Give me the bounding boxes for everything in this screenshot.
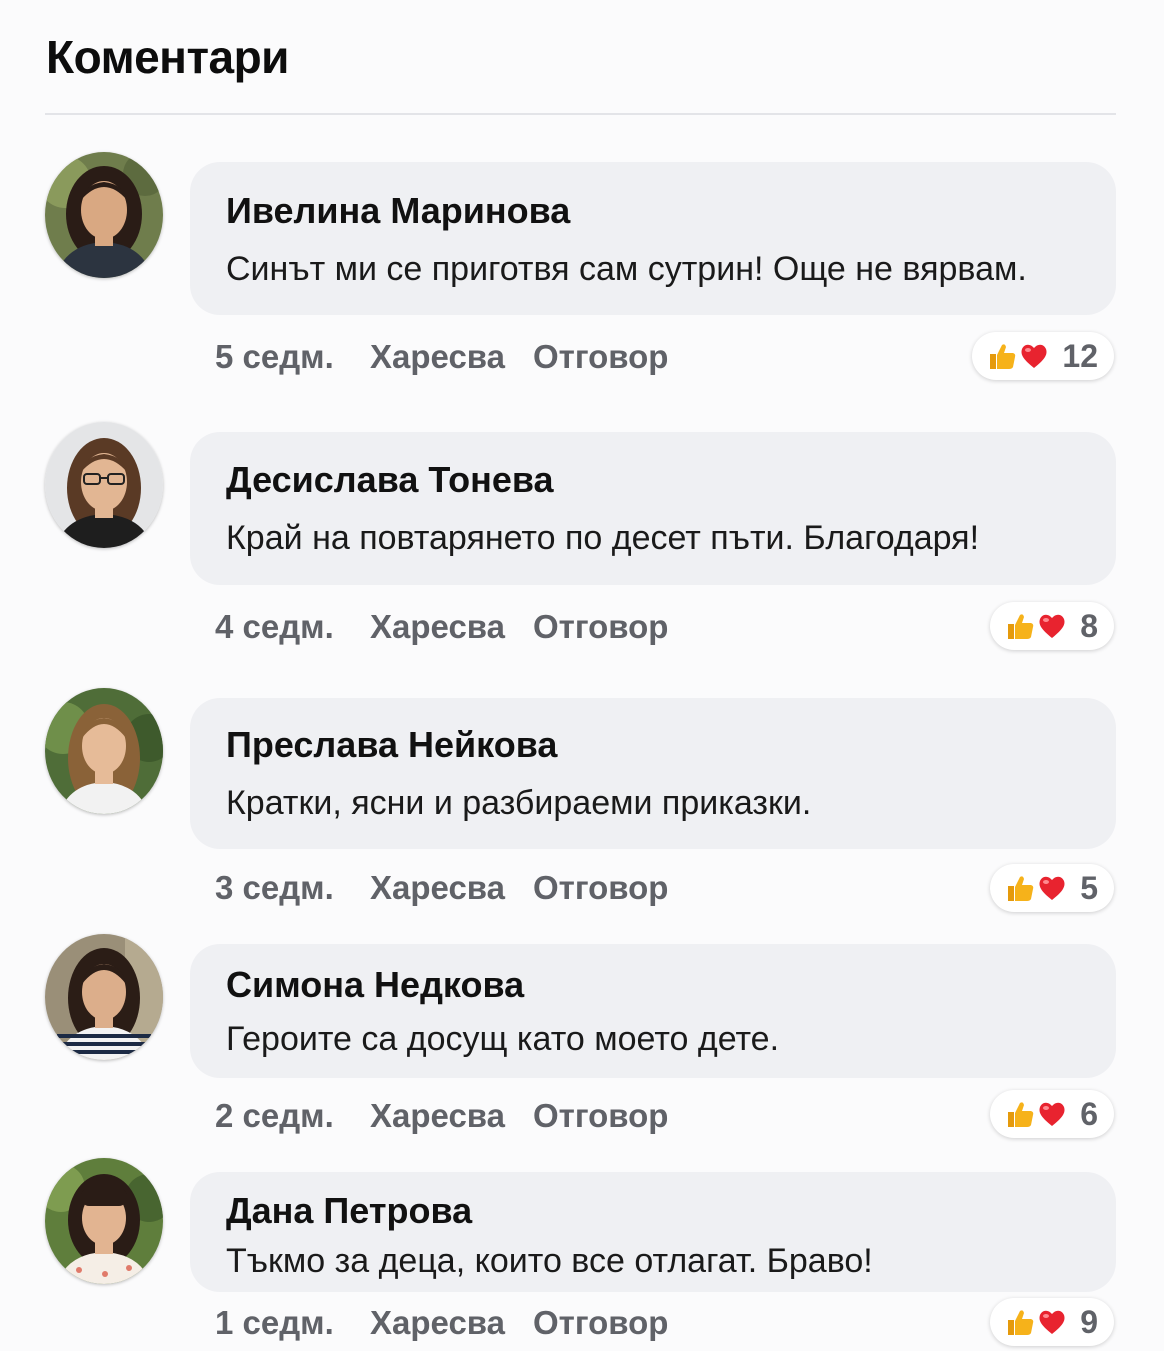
comment-bubble: Дана Петрова Тъкмо за деца, които все от…: [190, 1172, 1116, 1292]
reaction-count: 6: [1080, 1095, 1098, 1132]
comment-bubble: Симона Недкова Героите са досущ като мое…: [190, 944, 1116, 1078]
comment-time[interactable]: 3 седм.: [215, 869, 334, 907]
reply-button[interactable]: Отговор: [533, 869, 668, 907]
avatar-photo: [45, 934, 163, 1060]
comment-time[interactable]: 2 седм.: [215, 1097, 334, 1135]
reactions-summary[interactable]: 6: [990, 1090, 1114, 1138]
heart-icon: [1018, 340, 1050, 372]
comment-author[interactable]: Ивелина Маринова: [226, 190, 570, 232]
like-button[interactable]: Харесва: [370, 1097, 505, 1135]
thumbs-up-icon: [1004, 1306, 1036, 1338]
reaction-count: 5: [1080, 869, 1098, 906]
reply-button[interactable]: Отговор: [533, 1304, 668, 1342]
reactions-summary[interactable]: 12: [972, 332, 1114, 380]
avatar-photo: [45, 1158, 163, 1284]
heart-icon: [1036, 1306, 1068, 1338]
comment-time[interactable]: 4 седм.: [215, 608, 334, 646]
heart-icon: [1036, 872, 1068, 904]
comment-text: Синът ми се приготвя сам сутрин! Още не …: [226, 250, 1027, 288]
avatar-photo: [45, 422, 163, 548]
heart-icon: [1036, 1098, 1068, 1130]
thumbs-up-icon: [986, 340, 1018, 372]
reply-button[interactable]: Отговор: [533, 338, 668, 376]
section-title: Коментари: [46, 31, 289, 83]
comment-time[interactable]: 5 седм.: [215, 338, 334, 376]
like-button[interactable]: Харесва: [370, 869, 505, 907]
comment-author[interactable]: Десислава Тонева: [226, 459, 554, 501]
like-button[interactable]: Харесва: [370, 608, 505, 646]
reaction-count: 9: [1080, 1303, 1098, 1340]
avatar[interactable]: [45, 1158, 163, 1284]
heart-icon: [1036, 610, 1068, 642]
reply-button[interactable]: Отговор: [533, 608, 668, 646]
divider: [45, 113, 1116, 115]
avatar[interactable]: [45, 152, 163, 278]
reactions-summary[interactable]: 9: [990, 1298, 1114, 1346]
comment-text: Тъкмо за деца, които все отлагат. Браво!: [226, 1242, 873, 1280]
thumbs-up-icon: [1004, 1098, 1036, 1130]
thumbs-up-icon: [1004, 610, 1036, 642]
reply-button[interactable]: Отговор: [533, 1097, 668, 1135]
comment-bubble: Десислава Тонева Край на повтарянето по …: [190, 432, 1116, 585]
avatar[interactable]: [45, 688, 163, 814]
comment-bubble: Ивелина Маринова Синът ми се приготвя са…: [190, 162, 1116, 315]
avatar-photo: [45, 688, 163, 814]
comment-text: Героите са досущ като моето дете.: [226, 1020, 780, 1058]
comment-author[interactable]: Симона Недкова: [226, 964, 524, 1006]
reaction-count: 8: [1080, 607, 1098, 644]
comment-bubble: Преслава Нейкова Кратки, ясни и разбирае…: [190, 698, 1116, 849]
comment-text: Край на повтарянето по десет пъти. Благо…: [226, 519, 980, 557]
avatar[interactable]: [45, 422, 163, 548]
like-button[interactable]: Харесва: [370, 1304, 505, 1342]
comment-time[interactable]: 1 седм.: [215, 1304, 334, 1342]
avatar[interactable]: [45, 934, 163, 1060]
reaction-count: 12: [1062, 337, 1098, 374]
like-button[interactable]: Харесва: [370, 338, 505, 376]
comment-text: Кратки, ясни и разбираеми приказки.: [226, 784, 812, 822]
comment-author[interactable]: Преслава Нейкова: [226, 724, 557, 766]
avatar-photo: [45, 152, 163, 278]
reactions-summary[interactable]: 8: [990, 602, 1114, 650]
thumbs-up-icon: [1004, 872, 1036, 904]
comment-author[interactable]: Дана Петрова: [226, 1190, 472, 1232]
reactions-summary[interactable]: 5: [990, 864, 1114, 912]
